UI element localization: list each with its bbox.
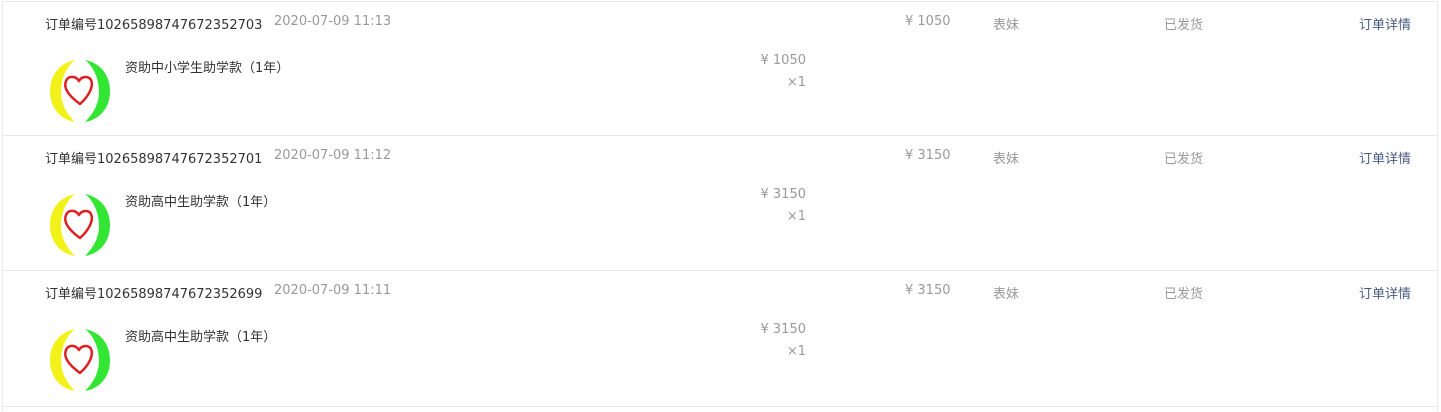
order-total: ¥ 1050 [905, 14, 951, 29]
product-quantity: ×1 [786, 344, 806, 359]
order-detail-link[interactable]: 订单详情 [1359, 14, 1411, 33]
order-number: 订单编号10265898747672352703 [45, 18, 263, 33]
order-total: ¥ 3150 [905, 283, 951, 298]
order-time: 2020-07-09 11:13 [274, 14, 392, 29]
product-quantity: ×1 [786, 209, 806, 224]
order-time: 2020-07-09 11:12 [274, 148, 392, 163]
order-header: 订单编号10265898747672352699 2020-07-09 11:1… [3, 270, 1437, 312]
order-item: 资助高中生助学款（1年） ¥ 3150 ×1 [3, 311, 1437, 404]
order-detail-link[interactable]: 订单详情 [1359, 283, 1411, 302]
heart-hands-logo-icon[interactable] [45, 188, 115, 258]
order-list: 订单编号10265898747672352703 2020-07-09 11:1… [2, 1, 1438, 411]
product-name[interactable]: 资助高中生助学款（1年） [125, 191, 276, 210]
product-name[interactable]: 资助高中生助学款（1年） [125, 326, 276, 345]
order-item: 资助中小学生助学款（1年） ¥ 1050 ×1 [3, 42, 1437, 135]
product-name[interactable]: 资助中小学生助学款（1年） [125, 57, 289, 76]
order-header: 订单编号10265898747672352703 2020-07-09 11:1… [3, 1, 1437, 43]
order-detail-link[interactable]: 订单详情 [1359, 148, 1411, 167]
order-buyer: 表妹 [993, 152, 1020, 167]
order-status: 已发货 [1164, 152, 1204, 167]
order-header: 订单编号10265898747672352701 2020-07-09 11:1… [3, 135, 1437, 177]
order-buyer: 表妹 [993, 18, 1020, 33]
heart-hands-logo-icon[interactable] [45, 323, 115, 393]
order-buyer: 表妹 [993, 287, 1020, 302]
product-price: ¥ 3150 [760, 187, 807, 202]
order-status: 已发货 [1164, 287, 1204, 302]
order-status: 已发货 [1164, 18, 1204, 33]
order-time: 2020-07-09 11:11 [274, 283, 392, 298]
heart-hands-logo-icon[interactable] [45, 54, 115, 124]
order-number: 订单编号10265898747672352699 [45, 287, 263, 302]
product-price: ¥ 1050 [760, 53, 807, 68]
list-bottom-divider [3, 406, 1437, 407]
product-quantity: ×1 [786, 75, 806, 90]
order-number: 订单编号10265898747672352701 [45, 152, 263, 167]
order-item: 资助高中生助学款（1年） ¥ 3150 ×1 [3, 176, 1437, 269]
product-price: ¥ 3150 [760, 322, 807, 337]
order-total: ¥ 3150 [905, 148, 951, 163]
